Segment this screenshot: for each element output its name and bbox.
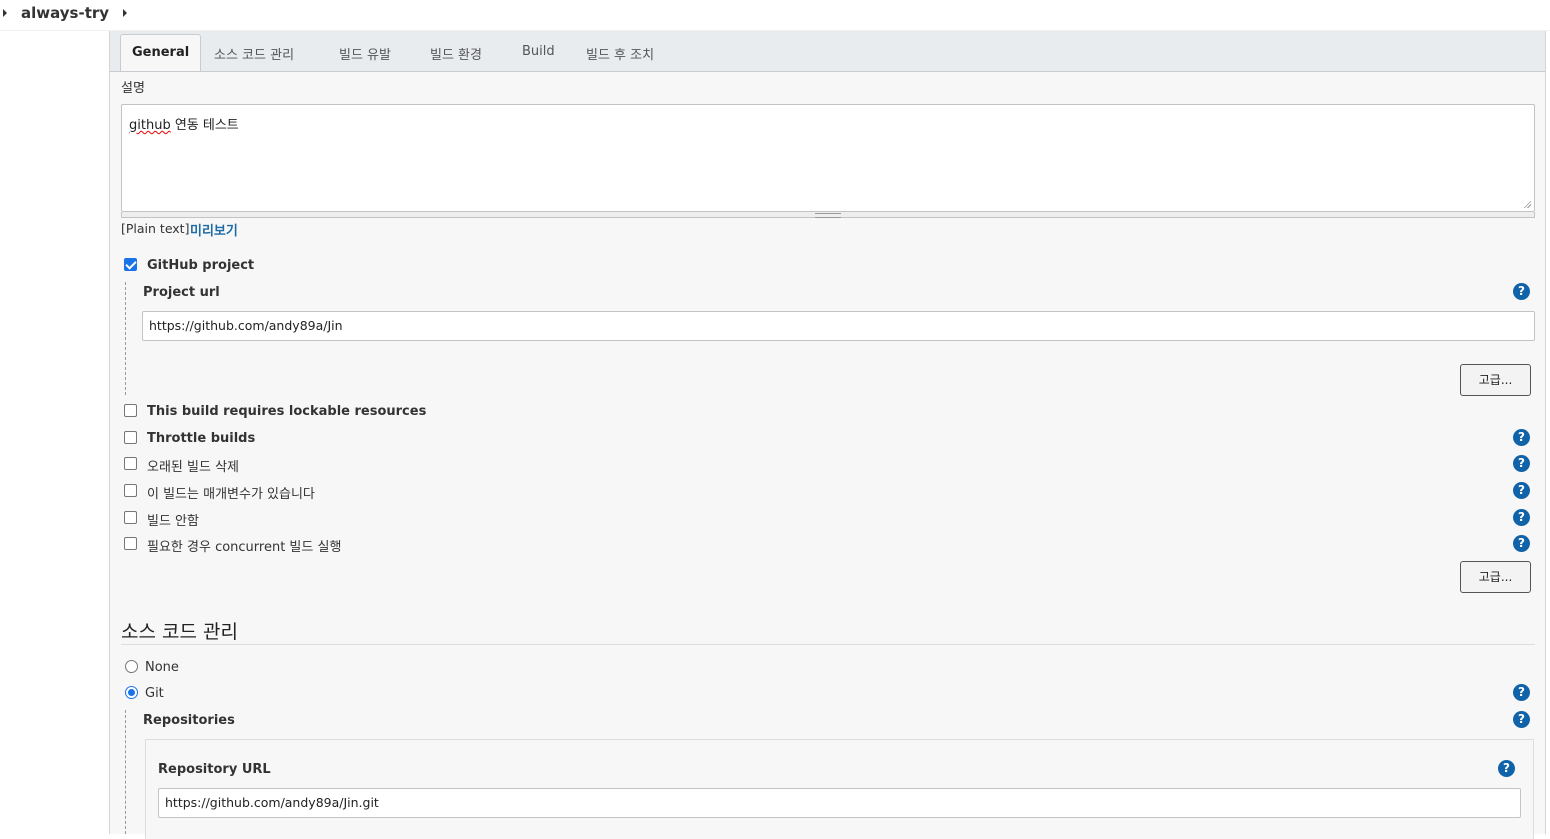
tab-build-environment[interactable]: 빌드 환경 [430,44,482,63]
tab-build-triggers[interactable]: 빌드 유발 [339,44,391,63]
chevron-right-icon[interactable] [123,9,127,17]
breadcrumb-job-name[interactable]: always-try [21,4,109,22]
tab-general[interactable]: General [120,34,202,71]
help-icon[interactable]: ? [1513,711,1530,728]
scm-section-title: 소스 코드 관리 [121,621,238,643]
description-text-rest: 연동 테스트 [170,118,239,133]
project-url-input[interactable]: https://github.com/andy89a/Jin [142,311,1535,341]
scm-none-radio[interactable] [125,660,138,673]
help-icon[interactable]: ? [1513,482,1530,499]
github-project-label: GitHub project [147,258,255,273]
throttle-builds-checkbox[interactable] [124,431,137,444]
nested-section-guide [125,710,126,834]
repository-box: Repository URL ? https://github.com/andy… [145,739,1534,839]
throttle-builds-label: Throttle builds [147,431,256,446]
help-icon[interactable]: ? [1513,429,1530,446]
scm-git-radio[interactable] [125,686,138,699]
advanced-button-2[interactable]: 고급... [1460,561,1531,593]
section-divider [121,644,1535,645]
help-icon[interactable]: ? [1513,535,1530,552]
repository-url-input[interactable]: https://github.com/andy89a/Jin.git [158,788,1521,818]
scm-git-label: Git [145,686,164,701]
tab-build[interactable]: Build [522,44,555,59]
tab-post-build-actions[interactable]: 빌드 후 조치 [586,44,654,63]
lockable-resources-checkbox[interactable] [124,404,137,417]
discard-old-builds-checkbox[interactable] [124,457,137,470]
help-icon[interactable]: ? [1513,455,1530,472]
description-label: 설명 [121,81,145,96]
description-text-github: github [129,118,171,133]
tab-bar: General 소스 코드 관리 빌드 유발 빌드 환경 Build 빌드 후 … [110,31,1545,72]
parameterized-build-checkbox[interactable] [124,484,137,497]
project-url-label: Project url [143,285,220,300]
help-icon[interactable]: ? [1513,509,1530,526]
textarea-grip[interactable] [121,212,1535,218]
plain-text-format: [Plain text] [121,221,190,236]
scm-none-label: None [145,660,179,675]
help-icon[interactable]: ? [1498,760,1515,777]
help-icon[interactable]: ? [1513,684,1530,701]
breadcrumb: always-try [0,0,1550,31]
preview-link[interactable]: 미리보기 [190,220,238,239]
description-textarea[interactable]: github 연동 테스트 [121,104,1535,212]
nested-section-guide [125,282,126,395]
disable-build-checkbox[interactable] [124,511,137,524]
resize-handle-icon[interactable] [1523,200,1531,208]
help-icon[interactable]: ? [1513,283,1530,300]
advanced-button[interactable]: 고급... [1460,364,1531,396]
lockable-resources-label: This build requires lockable resources [147,404,427,419]
repositories-label: Repositories [143,713,235,728]
parameterized-build-label: 이 빌드는 매개변수가 있습니다 [147,487,315,502]
concurrent-builds-label: 필요한 경우 concurrent 빌드 실행 [147,540,342,555]
discard-old-builds-label: 오래된 빌드 삭제 [147,460,239,475]
tab-source-code-management[interactable]: 소스 코드 관리 [214,44,294,63]
repository-url-label: Repository URL [158,762,271,777]
github-project-checkbox[interactable] [124,258,137,271]
chevron-right-icon[interactable] [3,9,7,17]
config-panel: General 소스 코드 관리 빌드 유발 빌드 환경 Build 빌드 후 … [109,31,1546,839]
disable-build-label: 빌드 안함 [147,514,199,529]
concurrent-builds-checkbox[interactable] [124,537,137,550]
